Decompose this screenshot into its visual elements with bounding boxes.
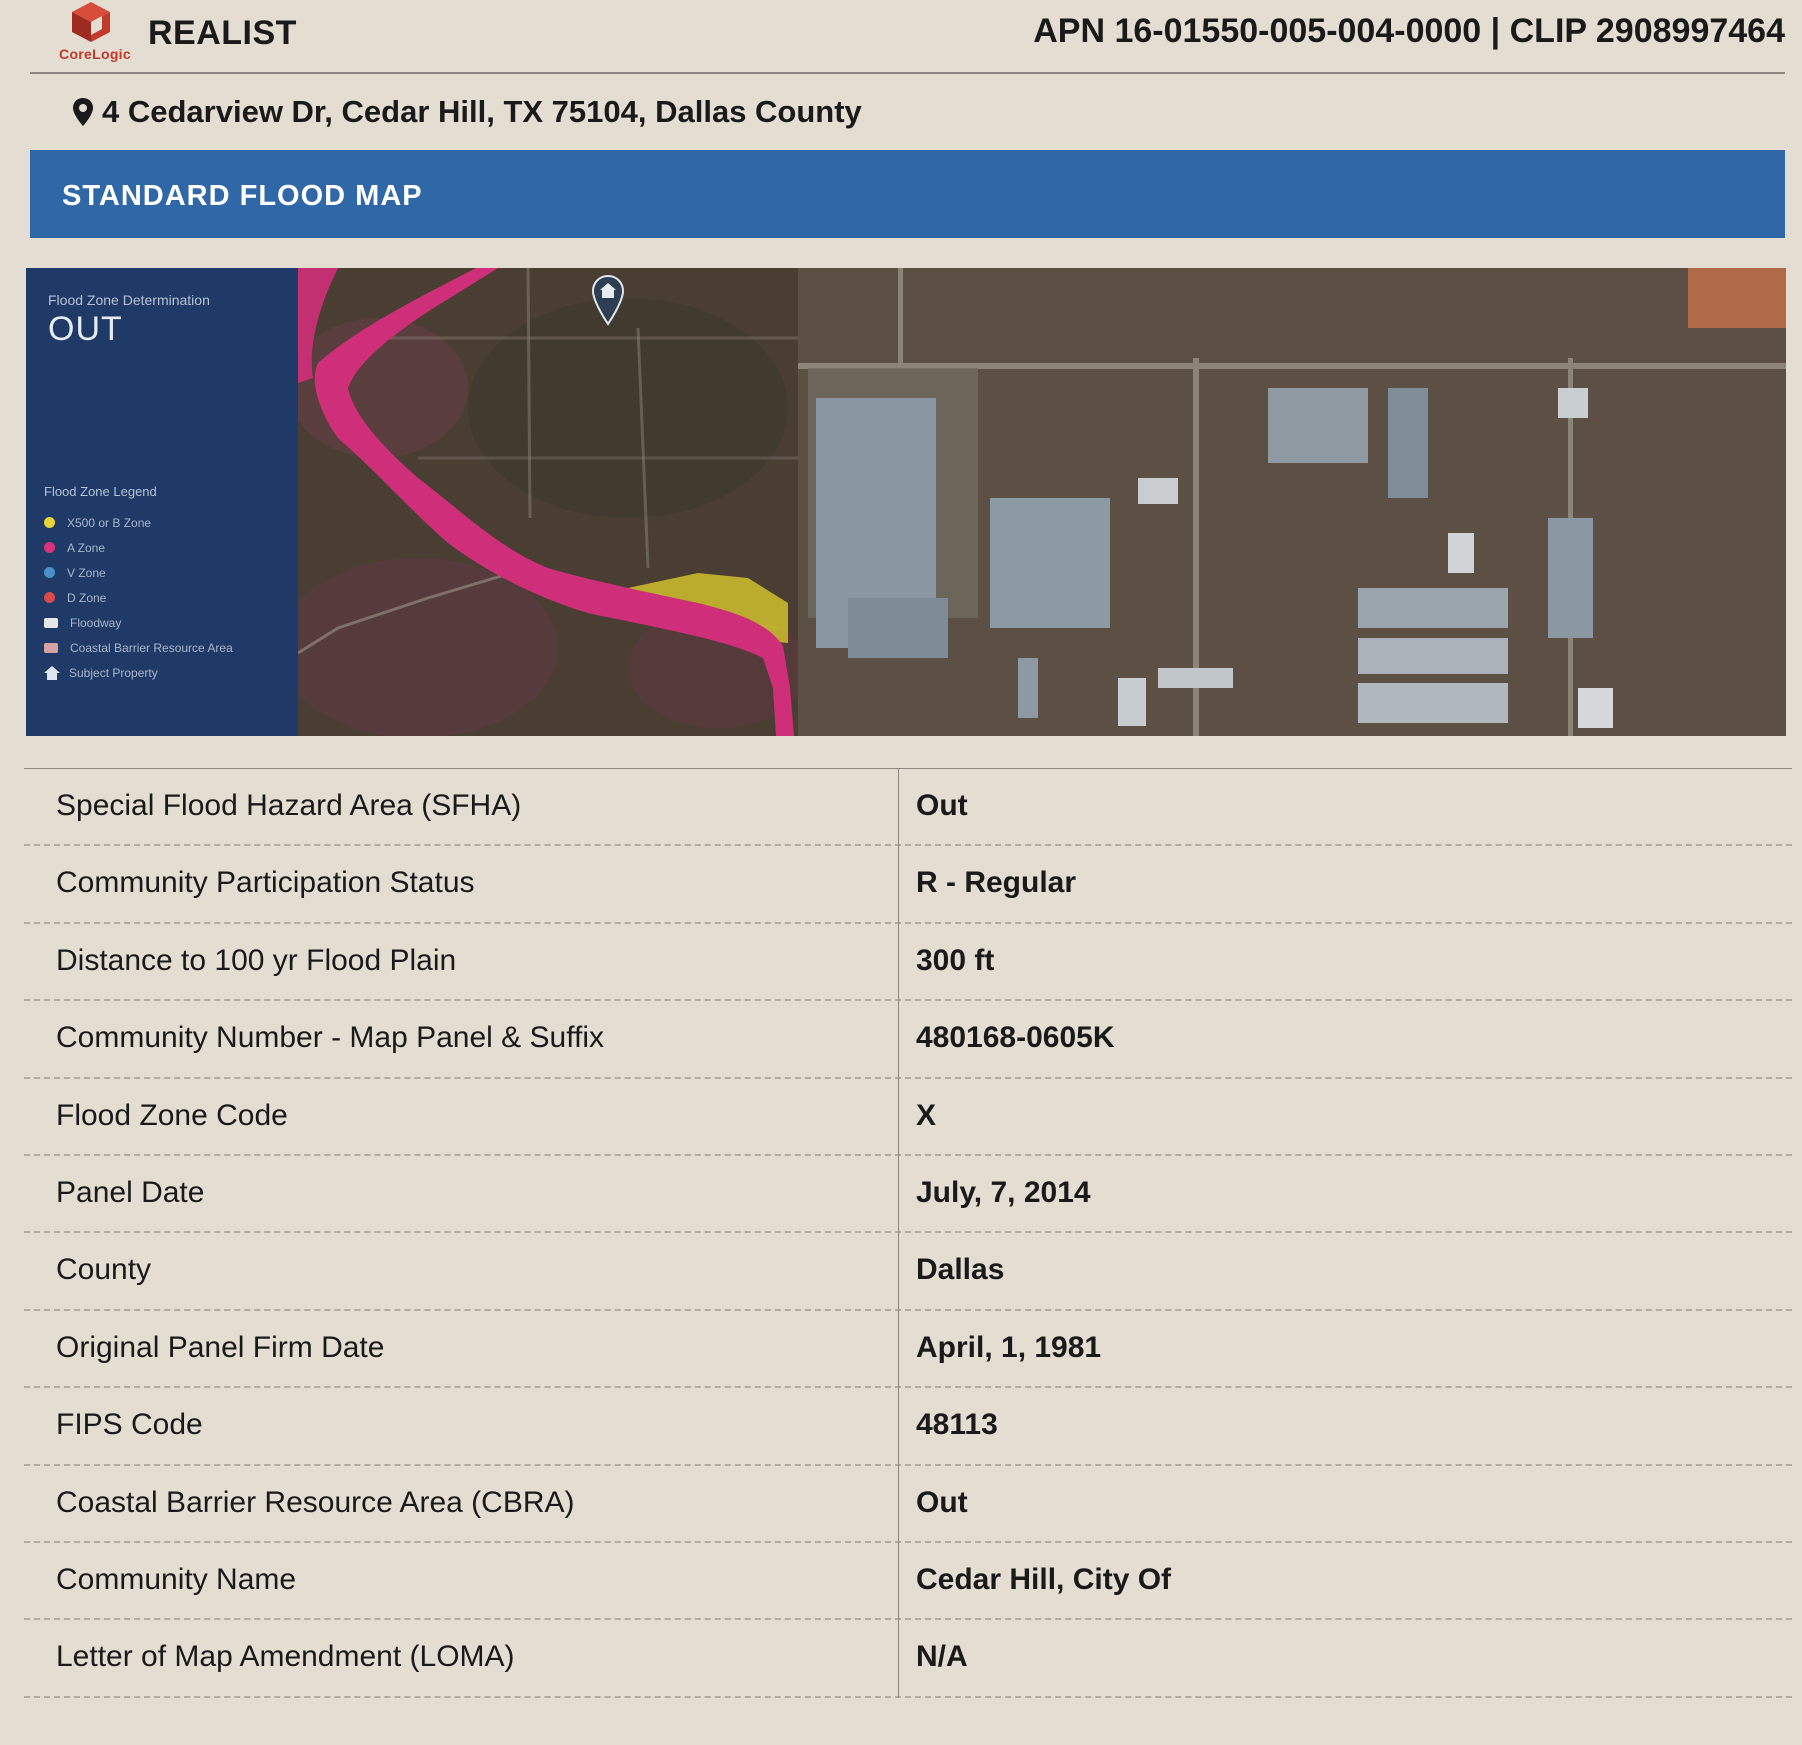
cube-logo-icon bbox=[72, 2, 110, 42]
row-value: X bbox=[916, 1098, 937, 1132]
row-label: Community Participation Status bbox=[56, 866, 475, 900]
row-value: 48113 bbox=[916, 1408, 998, 1442]
table-row: Coastal Barrier Resource Area (CBRA) Out bbox=[24, 1466, 1792, 1543]
section-banner: STANDARD FLOOD MAP bbox=[30, 150, 1785, 238]
brand-name: CoreLogic bbox=[59, 46, 131, 62]
legend-swatch-floodway bbox=[44, 617, 58, 628]
row-label: Community Name bbox=[56, 1562, 297, 1596]
table-row: Flood Zone Code X bbox=[24, 1079, 1792, 1156]
row-value: July, 7, 2014 bbox=[916, 1175, 1091, 1209]
location-pin-icon bbox=[73, 98, 93, 126]
flood-map: Flood Zone Determination OUT Flood Zone … bbox=[26, 268, 1786, 736]
report-header: CoreLogic REALIST APN 16-01550-005-004-0… bbox=[30, 0, 1785, 74]
table-row: Panel Date July, 7, 2014 bbox=[24, 1156, 1792, 1234]
table-row: Community Number - Map Panel & Suffix 480… bbox=[24, 1001, 1792, 1079]
row-value: R - Regular bbox=[916, 866, 1077, 900]
legend-item: Floodway bbox=[44, 610, 233, 635]
row-label: Letter of Map Amendment (LOMA) bbox=[56, 1640, 515, 1674]
product-name: REALIST bbox=[148, 14, 297, 52]
row-value: N/A bbox=[916, 1640, 968, 1674]
row-label: Flood Zone Code bbox=[56, 1098, 288, 1132]
row-label: Special Flood Hazard Area (SFHA) bbox=[56, 789, 522, 822]
row-label: Coastal Barrier Resource Area (CBRA) bbox=[56, 1485, 575, 1519]
table-row: Special Flood Hazard Area (SFHA) Out bbox=[24, 769, 1792, 847]
property-address: 4 Cedarview Dr, Cedar Hill, TX 75104, Da… bbox=[72, 94, 862, 130]
legend-item: Subject Property bbox=[44, 660, 233, 685]
legend-item: D Zone bbox=[44, 585, 233, 610]
row-label: Distance to 100 yr Flood Plain bbox=[56, 943, 457, 977]
flood-zone-legend: X500 or B Zone A Zone V Zone D Zone Floo… bbox=[44, 510, 233, 685]
row-value: Dallas bbox=[916, 1253, 1005, 1287]
table-row: Community Participation Status R - Regula… bbox=[24, 846, 1792, 924]
table-row: Original Panel Firm Date April, 1, 1981 bbox=[24, 1311, 1792, 1389]
row-value: Out bbox=[916, 789, 968, 822]
legend-swatch-v-zone bbox=[44, 567, 55, 578]
table-row: FIPS Code 48113 bbox=[24, 1388, 1792, 1466]
table-row: Distance to 100 yr Flood Plain 300 ft bbox=[24, 924, 1792, 1002]
aerial-map-image bbox=[298, 268, 1786, 736]
column-divider bbox=[898, 768, 899, 1698]
row-value: 480168-0605K bbox=[916, 1021, 1115, 1055]
legend-swatch-d-zone bbox=[44, 592, 55, 603]
home-icon bbox=[44, 665, 60, 680]
flood-report-page: CoreLogic REALIST APN 16-01550-005-004-0… bbox=[0, 0, 1802, 1745]
determination-value: OUT bbox=[48, 310, 123, 348]
legend-swatch-x500 bbox=[44, 517, 55, 528]
determination-label: Flood Zone Determination bbox=[48, 292, 210, 308]
legend-swatch-a-zone bbox=[44, 542, 55, 553]
legend-item: V Zone bbox=[44, 560, 233, 585]
table-row: Community Name Cedar Hill, City Of bbox=[24, 1543, 1792, 1621]
table-row: County Dallas bbox=[24, 1233, 1792, 1311]
legend-swatch-cbra bbox=[44, 642, 58, 653]
row-value: Out bbox=[916, 1485, 968, 1519]
legend-title: Flood Zone Legend bbox=[44, 484, 157, 499]
row-value: April, 1, 1981 bbox=[916, 1330, 1102, 1364]
section-title: STANDARD FLOOD MAP bbox=[62, 180, 423, 212]
legend-item: A Zone bbox=[44, 535, 233, 560]
row-label: Original Panel Firm Date bbox=[56, 1330, 385, 1364]
row-label: FIPS Code bbox=[56, 1408, 203, 1442]
legend-item: X500 or B Zone bbox=[44, 510, 233, 535]
address-text: 4 Cedarview Dr, Cedar Hill, TX 75104, Da… bbox=[102, 94, 862, 129]
map-info-panel: Flood Zone Determination OUT Flood Zone … bbox=[26, 268, 298, 736]
flood-details-table: Special Flood Hazard Area (SFHA) Out Comm… bbox=[24, 768, 1792, 1698]
row-label: Panel Date bbox=[56, 1175, 205, 1209]
table-row: Letter of Map Amendment (LOMA) N/A bbox=[24, 1620, 1792, 1698]
corelogic-logo: CoreLogic bbox=[40, 2, 150, 64]
row-label: Community Number - Map Panel & Suffix bbox=[56, 1021, 604, 1055]
legend-item: Coastal Barrier Resource Area bbox=[44, 635, 233, 660]
row-label: County bbox=[56, 1253, 152, 1287]
property-identifiers: APN 16-01550-005-004-0000 | CLIP 2908997… bbox=[1033, 12, 1785, 50]
row-value: Cedar Hill, City Of bbox=[916, 1562, 1172, 1596]
row-value: 300 ft bbox=[916, 943, 995, 977]
